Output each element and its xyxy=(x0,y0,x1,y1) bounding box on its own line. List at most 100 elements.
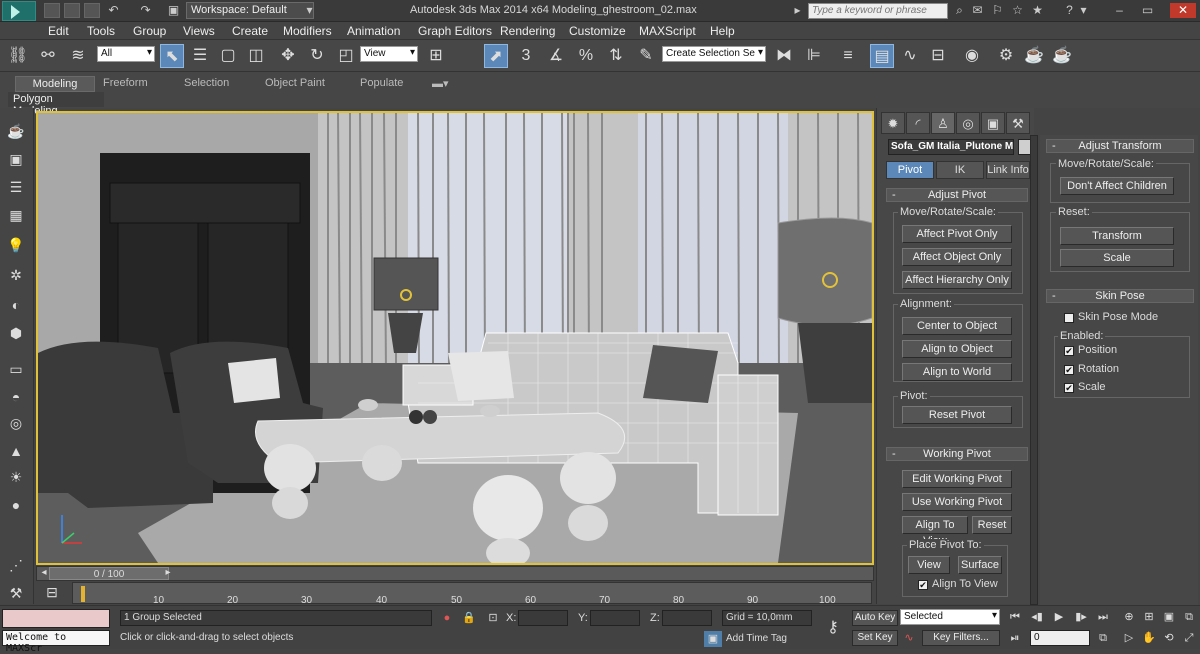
scale-checkbox[interactable]: ✔ xyxy=(1064,383,1074,393)
material-editor-icon[interactable]: ◉ xyxy=(960,44,984,68)
play-icon[interactable]: ▶ xyxy=(1050,609,1068,625)
spinner-snap-icon[interactable]: ⇅ xyxy=(604,44,628,68)
center-to-object-button[interactable]: Center to Object xyxy=(902,317,1012,335)
tools-icon[interactable]: ⚒ xyxy=(5,582,27,604)
rendered-frame-icon[interactable]: ☕ xyxy=(1022,44,1046,68)
search-icon[interactable]: ⌕ xyxy=(952,3,967,18)
list-icon[interactable]: ☰ xyxy=(5,176,27,198)
current-frame-field[interactable]: 0 xyxy=(1030,630,1090,646)
tab-populate[interactable]: Populate xyxy=(352,76,411,92)
select-by-name-icon[interactable]: ☰ xyxy=(188,44,212,68)
menu-views[interactable]: Views xyxy=(183,24,215,38)
y-coordinate-field[interactable] xyxy=(590,610,640,626)
render-production-icon[interactable]: ☕ xyxy=(1050,44,1074,68)
place-surface-button[interactable]: Surface xyxy=(958,556,1002,574)
redo-icon[interactable]: ↷ xyxy=(138,3,153,18)
angle-snap-icon[interactable]: ∡ xyxy=(544,44,568,68)
modify-tab-icon[interactable]: ◜ xyxy=(906,112,930,134)
reset-button[interactable]: Reset xyxy=(972,516,1012,534)
key-mode-toggle-icon[interactable]: ⏯ xyxy=(1006,630,1024,646)
search-input[interactable]: Type a keyword or phrase xyxy=(808,3,948,19)
zoom-extents-icon[interactable]: ▣ xyxy=(1160,609,1178,625)
place-view-button[interactable]: View xyxy=(908,556,950,574)
manipulate-icon[interactable]: ⬈ xyxy=(484,44,508,68)
reset-transform-button[interactable]: Transform xyxy=(1060,227,1174,245)
sound-icon[interactable]: ◐ xyxy=(5,294,27,316)
app-logo-icon[interactable] xyxy=(2,1,36,21)
skin-pose-mode-checkbox[interactable] xyxy=(1064,313,1074,323)
star-icon[interactable]: ★ xyxy=(1030,3,1045,18)
time-next-arrow-icon[interactable]: ▸ xyxy=(161,567,175,580)
maxscript-listener-output[interactable] xyxy=(2,609,110,628)
set-key-button[interactable]: Set Key xyxy=(852,630,898,646)
project-folder-icon[interactable]: ▣ xyxy=(166,3,181,18)
percent-snap-icon[interactable]: % xyxy=(574,44,598,68)
cone-icon[interactable]: ▲ xyxy=(5,440,27,462)
snap-toggle-icon[interactable]: 3 xyxy=(514,44,538,68)
rollout-adjust-pivot[interactable]: - Adjust Pivot xyxy=(886,188,1028,202)
time-configuration-icon[interactable]: ⧉ xyxy=(1094,630,1112,646)
ribbon-options-icon[interactable]: ▬▾ xyxy=(424,76,457,92)
tab-modeling[interactable]: Modeling xyxy=(15,76,95,92)
pan-icon[interactable]: ✋ xyxy=(1140,630,1158,646)
goto-end-icon[interactable]: ⏭ xyxy=(1094,609,1112,625)
close-icon[interactable]: ✕ xyxy=(1170,3,1196,18)
set-key-icon[interactable]: ⚷ xyxy=(818,614,848,642)
key-mode-dropdown[interactable]: Selected xyxy=(900,609,1000,625)
edit-working-pivot-button[interactable]: Edit Working Pivot xyxy=(902,470,1012,488)
key-filter-curve-icon[interactable]: ∿ xyxy=(900,630,918,646)
affect-object-only-button[interactable]: Affect Object Only xyxy=(902,248,1012,266)
track-bar[interactable]: 10 20 30 40 50 60 70 80 90 100 xyxy=(72,582,872,606)
isolate-icon[interactable]: ● xyxy=(438,610,456,626)
auto-key-button[interactable]: Auto Key xyxy=(852,610,898,626)
edit-named-selections-icon[interactable]: ✎ xyxy=(634,44,658,68)
menu-group[interactable]: Group xyxy=(133,24,166,38)
menu-modifiers[interactable]: Modifiers xyxy=(283,24,332,38)
zoom-icon[interactable]: ⊕ xyxy=(1120,609,1138,625)
render-icon[interactable]: ▣ xyxy=(5,148,27,170)
window-crossing-icon[interactable]: ◫ xyxy=(244,44,268,68)
perspective-viewport[interactable] xyxy=(36,111,874,565)
add-time-tag-label[interactable]: Add Time Tag xyxy=(726,633,787,644)
graphite-toggle-icon[interactable]: ▤ xyxy=(870,44,894,68)
menu-edit[interactable]: Edit xyxy=(48,24,69,38)
position-checkbox[interactable]: ✔ xyxy=(1064,346,1074,356)
rollout-working-pivot[interactable]: - Working Pivot xyxy=(886,447,1028,461)
motion-tab-icon[interactable]: ◎ xyxy=(956,112,980,134)
selection-filter-dropdown[interactable]: All xyxy=(97,46,155,62)
reset-scale-button[interactable]: Scale xyxy=(1060,249,1174,267)
menu-rendering[interactable]: Rendering xyxy=(500,24,555,38)
affect-hierarchy-only-button[interactable]: Affect Hierarchy Only xyxy=(902,271,1012,289)
time-slider-thumb[interactable]: 0 / 100 xyxy=(49,567,169,580)
unlink-icon[interactable]: ⚯ xyxy=(36,44,60,68)
bind-space-warp-icon[interactable]: ≋ xyxy=(66,44,90,68)
pivot-center-icon[interactable]: ⊞ xyxy=(424,44,448,68)
new-file-icon[interactable] xyxy=(44,3,60,18)
rectangular-selection-icon[interactable]: ▢ xyxy=(216,44,240,68)
object-name-field[interactable]: Sofa_GM Italia_Plutone M xyxy=(888,139,1014,155)
lock-icon[interactable]: 🔒 xyxy=(460,610,478,626)
align-to-view-button[interactable]: Align To View xyxy=(902,516,968,547)
reset-pivot-button[interactable]: Reset Pivot xyxy=(902,406,1012,424)
zoom-all-icon[interactable]: ⊞ xyxy=(1140,609,1158,625)
window-icon[interactable]: ▦ xyxy=(5,204,27,226)
light-icon[interactable]: 💡 xyxy=(5,234,27,256)
sphere-icon[interactable]: ● xyxy=(5,494,27,516)
curve-editor-icon[interactable]: ∿ xyxy=(898,44,922,68)
x-coordinate-field[interactable] xyxy=(518,610,568,626)
tab-selection[interactable]: Selection xyxy=(176,76,237,92)
camera-icon[interactable]: ⬢ xyxy=(5,322,27,344)
menu-maxscript[interactable]: MAXScript xyxy=(639,24,696,38)
menu-animation[interactable]: Animation xyxy=(347,24,400,38)
menu-help[interactable]: Help xyxy=(710,24,735,38)
maximize-icon[interactable]: ▭ xyxy=(1140,3,1155,18)
mini-curve-editor-icon[interactable]: ⊟ xyxy=(40,584,64,602)
open-file-icon[interactable] xyxy=(64,3,80,18)
menu-tools[interactable]: Tools xyxy=(87,24,115,38)
hemisphere-icon[interactable]: ◓ xyxy=(5,386,27,408)
display-tab-icon[interactable]: ▣ xyxy=(981,112,1005,134)
align-to-object-button[interactable]: Align to Object xyxy=(902,340,1012,358)
favorites-icon[interactable]: ☆ xyxy=(1010,3,1025,18)
subscription-icon[interactable]: ✉ xyxy=(970,3,985,18)
sun-icon[interactable]: ☀ xyxy=(5,466,27,488)
